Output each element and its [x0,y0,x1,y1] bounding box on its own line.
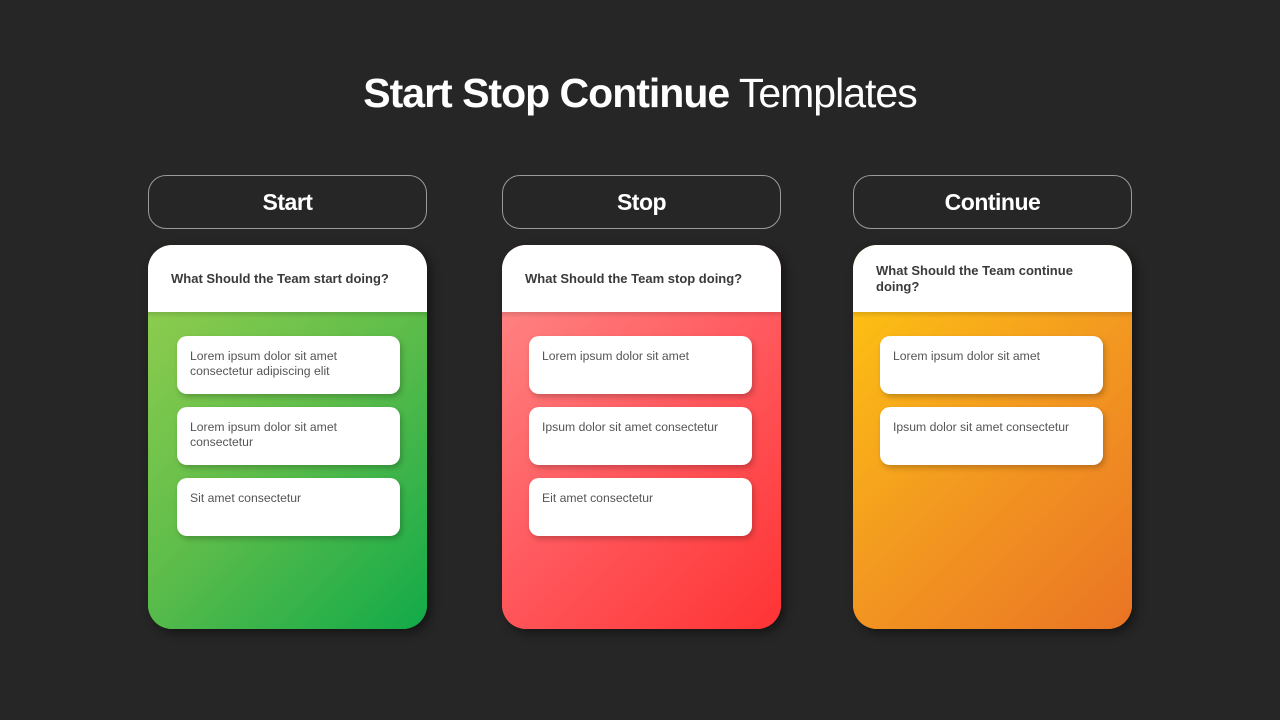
column-start: Start What Should the Team start doing? … [148,175,427,629]
page-title-bold: Start Stop Continue [363,70,730,116]
card-question-continue: What Should the Team continue doing? [853,245,1132,312]
list-item[interactable]: Lorem ipsum dolor sit amet consectetur a… [177,336,400,394]
list-item[interactable]: Lorem ipsum dolor sit amet [529,336,752,394]
column-header-continue[interactable]: Continue [853,175,1132,229]
page-title: Start Stop Continue Templates [0,70,1280,117]
card-body-continue: Lorem ipsum dolor sit amet Ipsum dolor s… [853,312,1132,629]
card-divider-shadow [148,312,427,318]
card-divider-shadow [502,312,781,318]
card-continue: What Should the Team continue doing? Lor… [853,245,1132,629]
list-item[interactable]: Lorem ipsum dolor sit amet [880,336,1103,394]
list-item[interactable]: Lorem ipsum dolor sit amet consectetur [177,407,400,465]
card-body-start: Lorem ipsum dolor sit amet consectetur a… [148,312,427,629]
card-divider-shadow [853,312,1132,318]
card-start: What Should the Team start doing? Lorem … [148,245,427,629]
card-body-stop: Lorem ipsum dolor sit amet Ipsum dolor s… [502,312,781,629]
page-title-light: Templates [738,70,918,116]
list-item[interactable]: Ipsum dolor sit amet consectetur [880,407,1103,465]
list-item[interactable]: Eit amet consectetur [529,478,752,536]
column-continue: Continue What Should the Team continue d… [853,175,1132,629]
card-question-stop: What Should the Team stop doing? [502,245,781,312]
column-stop: Stop What Should the Team stop doing? Lo… [502,175,781,629]
card-question-start: What Should the Team start doing? [148,245,427,312]
card-stop: What Should the Team stop doing? Lorem i… [502,245,781,629]
column-header-start[interactable]: Start [148,175,427,229]
list-item[interactable]: Ipsum dolor sit amet consectetur [529,407,752,465]
column-header-stop[interactable]: Stop [502,175,781,229]
list-item[interactable]: Sit amet consectetur [177,478,400,536]
